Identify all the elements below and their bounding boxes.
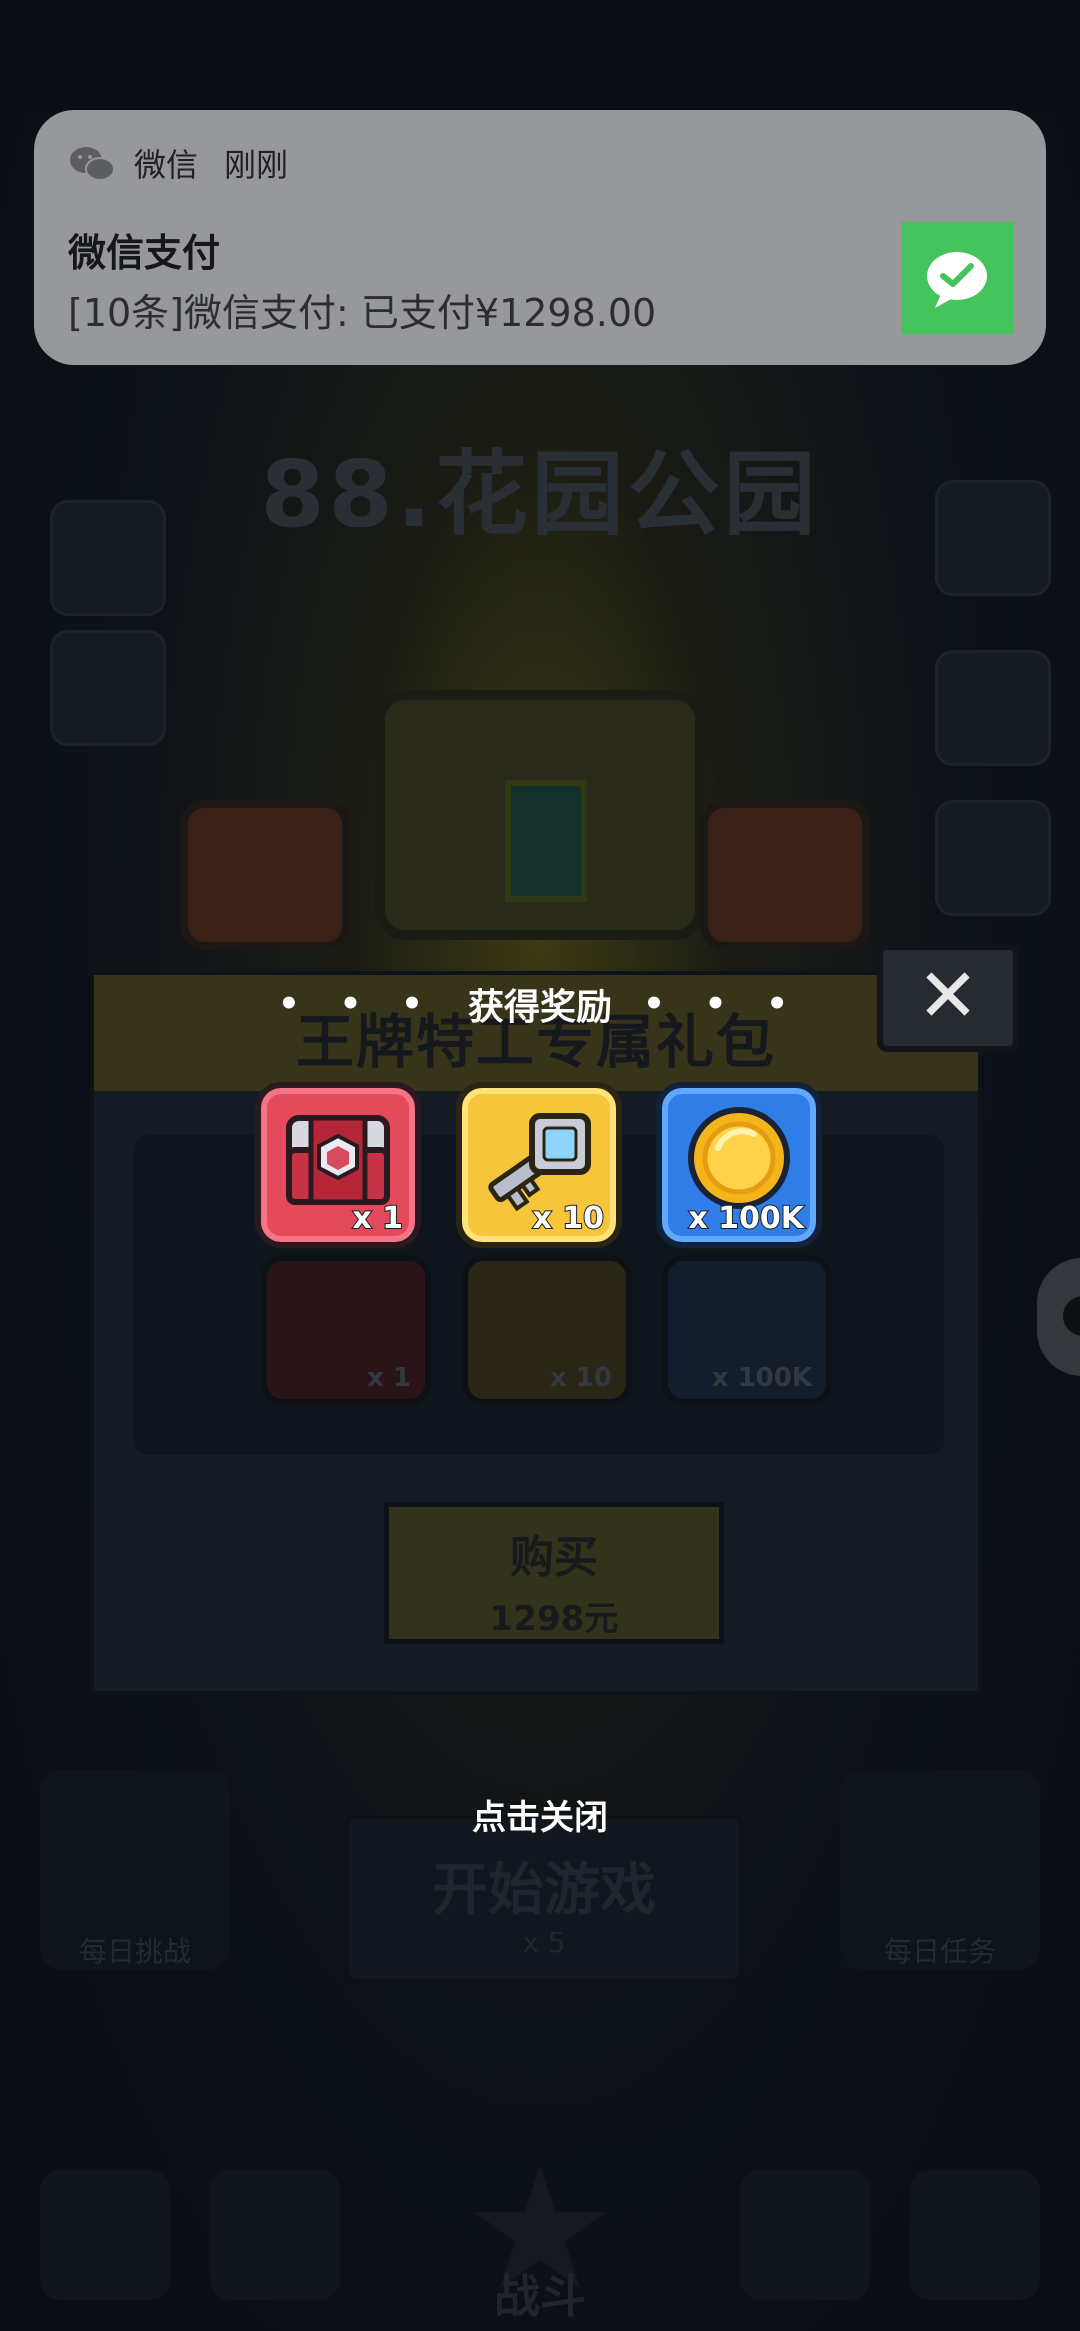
reward-item-chest: x 1	[255, 1082, 421, 1248]
side-button-left-1[interactable]	[50, 500, 166, 616]
ghost-item-coin: x 100K	[662, 1255, 832, 1405]
buy-button[interactable]: 购买 1298元	[384, 1502, 724, 1644]
ghost-item-qty: x 1	[367, 1363, 411, 1393]
side-button-left-2[interactable]	[50, 630, 166, 746]
reward-qty: x 100K	[687, 1200, 805, 1237]
ghost-item-qty: x 10	[549, 1363, 612, 1393]
ghost-item-chest: x 1	[261, 1255, 431, 1405]
nav-team[interactable]	[740, 2170, 870, 2300]
start-game-button[interactable]: 开始游戏 x 5	[345, 1815, 743, 1983]
status-bar	[0, 0, 1080, 110]
reward-qty: x 1	[351, 1200, 404, 1237]
buy-price: 1298元	[489, 1599, 619, 1639]
ghost-item-qty: x 100K	[711, 1363, 812, 1393]
start-game-label: 开始游戏	[432, 1858, 656, 1923]
reward-qty: x 10	[531, 1200, 605, 1237]
gift-box-right	[700, 800, 870, 950]
side-button-right-1[interactable]	[935, 480, 1051, 596]
nav-settings[interactable]	[910, 2170, 1040, 2300]
nav-shop[interactable]	[40, 2170, 170, 2300]
wechat-icon	[70, 147, 115, 181]
nav-cards[interactable]	[210, 2170, 340, 2300]
reward-item-coin: x 100K	[656, 1082, 822, 1248]
bottom-nav: ★ 战斗	[0, 2130, 1080, 2331]
wechat-notification[interactable]: 微信 刚刚 微信支付 [10条]微信支付: 已支付¥1298.00	[34, 110, 1046, 365]
wechat-pay-thumbnail	[901, 222, 1014, 334]
reward-dots-right: • • •	[643, 984, 802, 1024]
start-game-sub: x 5	[522, 1926, 566, 1959]
reward-item-key: x 10	[456, 1082, 622, 1248]
buy-label: 购买	[510, 1532, 598, 1583]
reward-title: 获得奖励	[467, 987, 612, 1028]
gift-box-left	[180, 800, 350, 950]
treasure-chest	[375, 690, 705, 940]
daily-challenge-label: 每日挑战	[78, 1935, 191, 1968]
notification-title: 微信支付	[68, 231, 221, 275]
notification-app-name: 微信	[134, 146, 199, 184]
tap-to-close[interactable]: 点击关闭	[0, 1790, 1080, 1839]
notification-body: [10条]微信支付: 已支付¥1298.00	[68, 291, 657, 335]
reward-header: • • • 获得奖励 • • •	[0, 978, 1080, 1030]
daily-task-label: 每日任务	[883, 1935, 996, 1968]
side-button-right-2[interactable]	[935, 650, 1051, 766]
nav-fight[interactable]: ★ 战斗	[420, 2145, 660, 2330]
ghost-item-key: x 10	[462, 1255, 632, 1405]
reward-dots-left: • • •	[278, 984, 437, 1024]
wechat-pay-icon	[927, 252, 987, 308]
nav-fight-label: 战斗	[494, 2269, 586, 2323]
side-button-right-3[interactable]	[935, 800, 1051, 916]
floating-chat-bubble[interactable]	[1037, 1258, 1080, 1376]
chat-icon	[1063, 1296, 1080, 1336]
notification-time: 刚刚	[224, 146, 289, 184]
